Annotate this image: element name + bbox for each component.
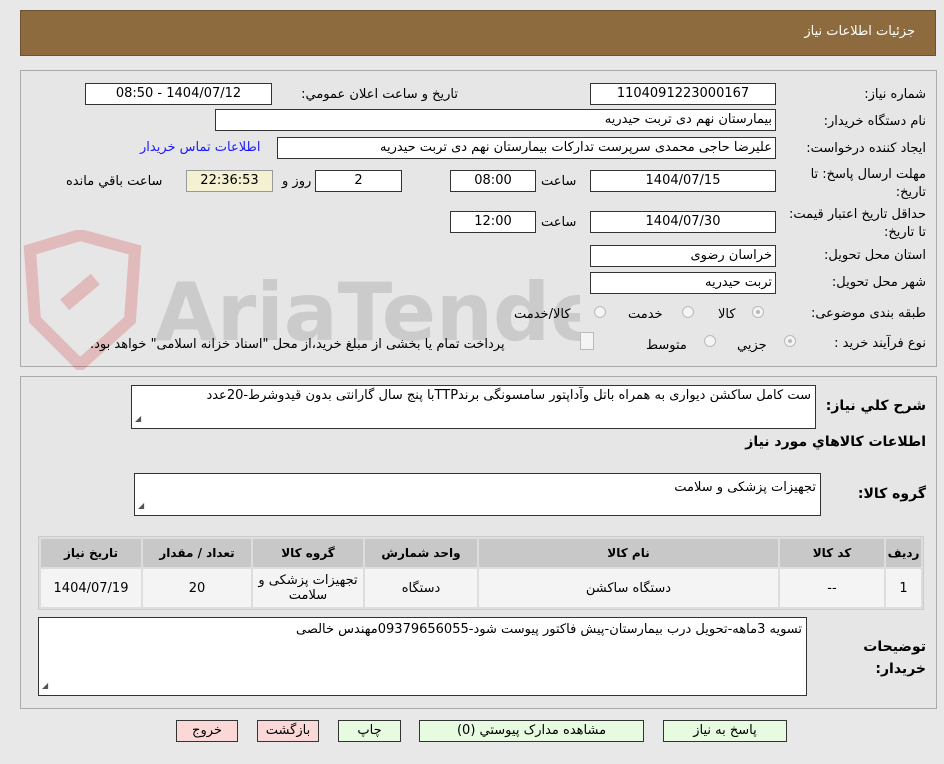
description-label: شرح کلي نیاز: xyxy=(825,398,926,414)
col-header-unit: واحد شمارش xyxy=(365,539,477,567)
process-option-minor: جزیي xyxy=(737,338,767,353)
category-label: طبقه بندی موضوعی: xyxy=(810,306,926,321)
process-option-medium: متوسط xyxy=(646,338,687,353)
goods-group-label: گروه کالا: xyxy=(857,486,926,502)
view-attachments-button[interactable]: مشاهده مدارک پیوستي (0) xyxy=(419,720,644,742)
category-radio-service[interactable] xyxy=(682,306,694,318)
buyer-notes-label: توضیحات خریدار: xyxy=(863,639,926,677)
buyer-notes-textarea[interactable]: تسویه 3ماهه-تحویل درب بیمارستان-پیش فاکت… xyxy=(38,617,807,696)
province-field: خراسان رضوی xyxy=(590,245,776,267)
goods-heading: اطلاعات کالاهاي مورد نیاز xyxy=(745,434,926,450)
goods-table: ردیف کد کالا نام کالا واحد شمارش گروه کا… xyxy=(38,536,924,610)
col-header-quantity: تعداد / مقدار xyxy=(143,539,251,567)
print-button[interactable]: چاپ xyxy=(338,720,401,742)
col-header-date: تاریخ نیاز xyxy=(41,539,141,567)
deadline-time-label: ساعت xyxy=(541,174,577,189)
payment-note: پرداخت تمام یا بخشی از مبلغ خرید،از محل … xyxy=(90,337,505,352)
resize-grip-icon[interactable]: ◢ xyxy=(138,498,144,514)
category-option-service: خدمت xyxy=(628,307,663,322)
category-radio-both[interactable] xyxy=(594,306,606,318)
announce-label: تاریخ و ساعت اعلان عمومي: xyxy=(301,87,458,102)
days-remaining-field: 2 xyxy=(315,170,402,192)
validity-time-field: 12:00 xyxy=(450,211,536,233)
buyer-org-label: نام دستگاه خریدار: xyxy=(823,114,926,129)
deadline-label: مهلت ارسال پاسخ: تا تاریخ: xyxy=(810,167,926,200)
col-header-name: نام کالا xyxy=(479,539,778,567)
buyer-org-field: بیمارستان نهم دی تربت حیدریه xyxy=(215,109,776,131)
buyer-notes-text: تسویه 3ماهه-تحویل درب بیمارستان-پیش فاکت… xyxy=(295,622,802,637)
need-number-label: شماره نیاز: xyxy=(864,87,926,102)
validity-date-field: 1404/07/30 xyxy=(590,211,776,233)
creator-label: ایجاد کننده درخواست: xyxy=(806,141,926,156)
buyer-contact-link[interactable]: اطلاعات تماس خریدار xyxy=(140,140,260,155)
col-header-group: گروه کالا xyxy=(253,539,363,567)
process-radio-medium[interactable] xyxy=(704,335,716,347)
category-option-both: کالا/خدمت xyxy=(514,307,571,322)
city-field: تربت حیدریه xyxy=(590,272,776,294)
table-header-row: ردیف کد کالا نام کالا واحد شمارش گروه کا… xyxy=(41,539,921,567)
table-row: 1 -- دستگاه ساکشن دستگاه تجهیزات پزشکی و… xyxy=(41,569,921,607)
description-textarea[interactable]: ست کامل ساکشن دیواری به همراه باتل وآداپ… xyxy=(131,385,816,429)
need-number-field: 1104091223000167 xyxy=(590,83,776,105)
cell-unit: دستگاه xyxy=(365,569,477,607)
goods-group-textarea[interactable]: تجهیزات پزشکی و سلامت ◢ xyxy=(134,473,821,516)
validity-time-label: ساعت xyxy=(541,215,577,230)
goods-group-text: تجهیزات پزشکی و سلامت xyxy=(674,480,816,495)
cell-row-number: 1 xyxy=(886,569,921,607)
resize-grip-icon[interactable]: ◢ xyxy=(135,411,141,427)
deadline-time-field: 08:00 xyxy=(450,170,536,192)
resize-grip-icon[interactable]: ◢ xyxy=(42,678,48,694)
cell-group: تجهیزات پزشکی و سلامت xyxy=(253,569,363,607)
process-radio-minor[interactable] xyxy=(784,335,796,347)
city-label: شهر محل تحویل: xyxy=(831,275,926,290)
process-label: نوع فرآیند خرید : xyxy=(834,336,926,351)
reply-button[interactable]: پاسخ به نیاز xyxy=(663,720,787,742)
announce-field: 1404/07/12 - 08:50 xyxy=(85,83,272,105)
cell-name: دستگاه ساکشن xyxy=(479,569,778,607)
creator-field: علیرضا حاجی محمدی سرپرست تدارکات بیمارست… xyxy=(277,137,776,159)
deadline-date-field: 1404/07/15 xyxy=(590,170,776,192)
cell-date: 1404/07/19 xyxy=(41,569,141,607)
days-label: روز و xyxy=(282,174,312,189)
col-header-code: کد کالا xyxy=(780,539,884,567)
category-radio-goods[interactable] xyxy=(752,306,764,318)
remaining-label: ساعت باقي مانده xyxy=(66,174,163,189)
cell-code: -- xyxy=(780,569,884,607)
countdown-timer: 22:36:53 xyxy=(186,170,273,192)
payment-checkbox[interactable] xyxy=(580,332,594,350)
validity-label: حداقل تاریخ اعتبار قیمت: تا تاریخ: xyxy=(788,207,926,240)
description-text: ست کامل ساکشن دیواری به همراه باتل وآداپ… xyxy=(206,388,811,403)
back-button[interactable]: بازگشت xyxy=(257,720,319,742)
col-header-row-number: ردیف xyxy=(886,539,921,567)
page-header: جزئیات اطلاعات نیاز xyxy=(20,10,936,56)
category-option-goods: کالا xyxy=(718,307,736,322)
page-title: جزئیات اطلاعات نیاز xyxy=(804,24,915,39)
cell-quantity: 20 xyxy=(143,569,251,607)
province-label: استان محل تحویل: xyxy=(824,248,926,263)
exit-button[interactable]: خروج xyxy=(176,720,238,742)
